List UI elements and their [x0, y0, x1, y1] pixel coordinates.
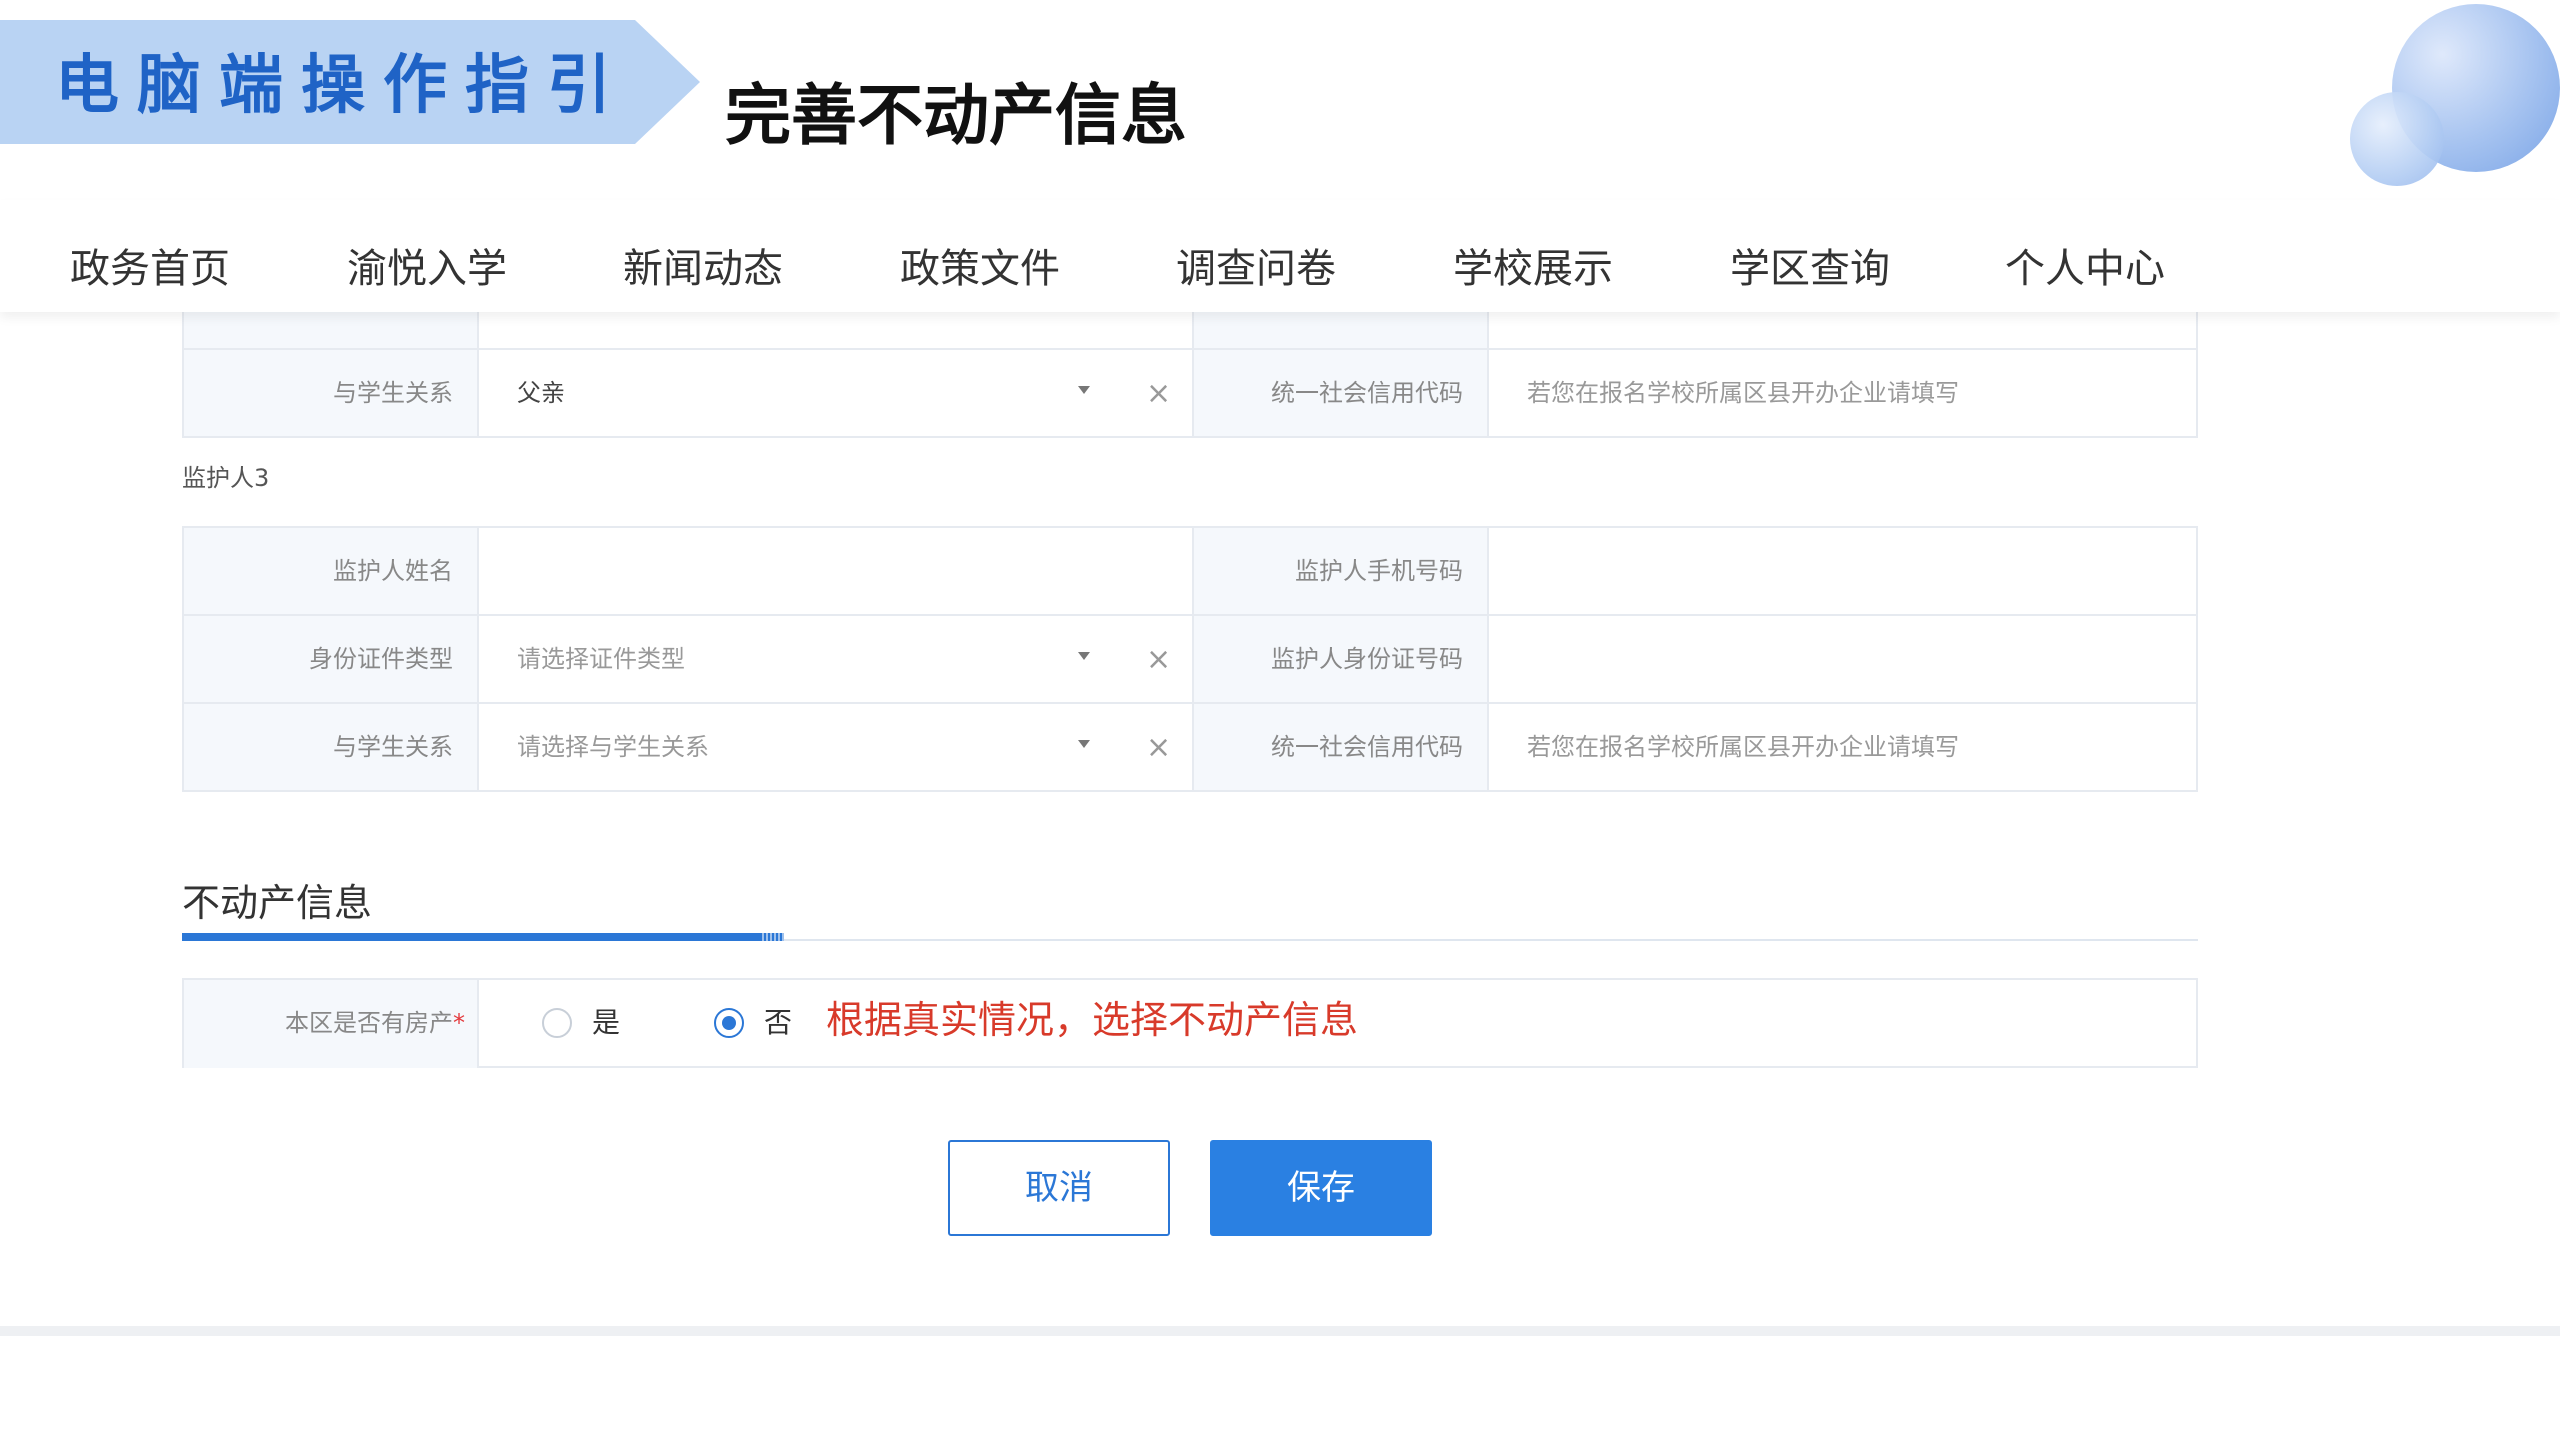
property-hint: 根据真实情况，选择不动产信息 — [826, 998, 1359, 1042]
save-button[interactable]: 保存 — [1210, 1140, 1432, 1236]
relation-label: 与学生关系 — [184, 704, 477, 790]
guardian-name-label: 监护人姓名 — [184, 528, 477, 616]
guardian3-heading: 监护人3 — [182, 464, 270, 492]
property-question-label: 本区是否有房产* — [184, 980, 477, 1068]
section-accent-bar-tail — [760, 933, 784, 941]
main-nav: 政务首页 渝悦入学 新闻动态 政策文件 调查问卷 学校展示 学区查询 个人中心 — [0, 200, 2560, 312]
credit-code-label: 统一社会信用代码 — [1194, 704, 1487, 790]
nav-item-schools[interactable]: 学校展示 — [1453, 236, 1613, 294]
guardian-phone-label: 监护人手机号码 — [1194, 528, 1487, 616]
decorative-bubble-small — [2350, 92, 2444, 186]
credit-code-label: 统一社会信用代码 — [1194, 350, 1487, 436]
property-row: 本区是否有房产* 是 否 根据真实情况，选择不动产信息 — [184, 980, 2196, 1068]
relation-label: 与学生关系 — [184, 350, 477, 436]
credit-code-input[interactable]: 若您在报名学校所属区县开办企业请填写 — [1489, 704, 2194, 790]
section-accent-bar — [182, 933, 782, 941]
credit-code-input[interactable]: 若您在报名学校所属区县开办企业请填写 — [1489, 350, 2194, 436]
guardian-name-input[interactable] — [479, 528, 1192, 616]
property-question-text: 本区是否有房产 — [285, 1009, 453, 1037]
cancel-button[interactable]: 取消 — [948, 1140, 1170, 1236]
guardian2-relation-row: 与学生关系 父亲 × 统一社会信用代码 若您在报名学校所属区县开办企业请填写 — [184, 348, 2196, 436]
radio-yes-label[interactable]: 是 — [592, 980, 620, 1066]
guardian3-id-row: 身份证件类型 请选择证件类型 × 监护人身份证号码 — [184, 614, 2196, 702]
close-icon[interactable]: × — [1146, 640, 1171, 680]
property-section-title: 不动产信息 — [182, 881, 373, 925]
close-icon[interactable]: × — [1146, 728, 1171, 768]
guardian2-form: 与学生关系 父亲 × 统一社会信用代码 若您在报名学校所属区县开办企业请填写 — [182, 300, 2198, 438]
guardian3-relation-row: 与学生关系 请选择与学生关系 × 统一社会信用代码 若您在报名学校所属区县开办企… — [184, 702, 2196, 790]
slide-title: 完善不动产信息 — [725, 77, 1187, 154]
close-icon[interactable]: × — [1146, 374, 1171, 414]
id-number-label: 监护人身份证号码 — [1194, 616, 1487, 702]
radio-no-label[interactable]: 否 — [764, 980, 792, 1066]
guide-banner-text: 电脑端操作指引 — [55, 48, 629, 123]
radio-yes[interactable] — [542, 1008, 572, 1038]
nav-item-policy[interactable]: 政策文件 — [900, 236, 1060, 294]
guardian3-form: 监护人姓名 监护人手机号码 身份证件类型 请选择证件类型 × 监护人身份证号码 … — [182, 526, 2198, 792]
nav-item-home[interactable]: 政务首页 — [70, 236, 230, 294]
property-form: 本区是否有房产* 是 否 根据真实情况，选择不动产信息 — [182, 978, 2198, 1068]
radio-no[interactable] — [714, 1008, 744, 1038]
chevron-down-icon[interactable] — [1078, 386, 1090, 394]
required-mark: * — [453, 1009, 465, 1037]
divider — [477, 980, 479, 1068]
page-footer-strip — [0, 1326, 2560, 1336]
nav-item-news[interactable]: 新闻动态 — [623, 236, 783, 294]
guardian-phone-input[interactable] — [1489, 528, 2194, 616]
nav-item-profile[interactable]: 个人中心 — [2005, 236, 2165, 294]
id-type-label: 身份证件类型 — [184, 616, 477, 702]
nav-item-district-query[interactable]: 学区查询 — [1730, 236, 1890, 294]
guardian3-name-row: 监护人姓名 监护人手机号码 — [184, 528, 2196, 616]
chevron-down-icon[interactable] — [1078, 652, 1090, 660]
chevron-down-icon[interactable] — [1078, 740, 1090, 748]
id-number-input[interactable] — [1489, 616, 2194, 702]
nav-item-survey[interactable]: 调查问卷 — [1176, 236, 1336, 294]
nav-item-enrollment[interactable]: 渝悦入学 — [347, 236, 507, 294]
